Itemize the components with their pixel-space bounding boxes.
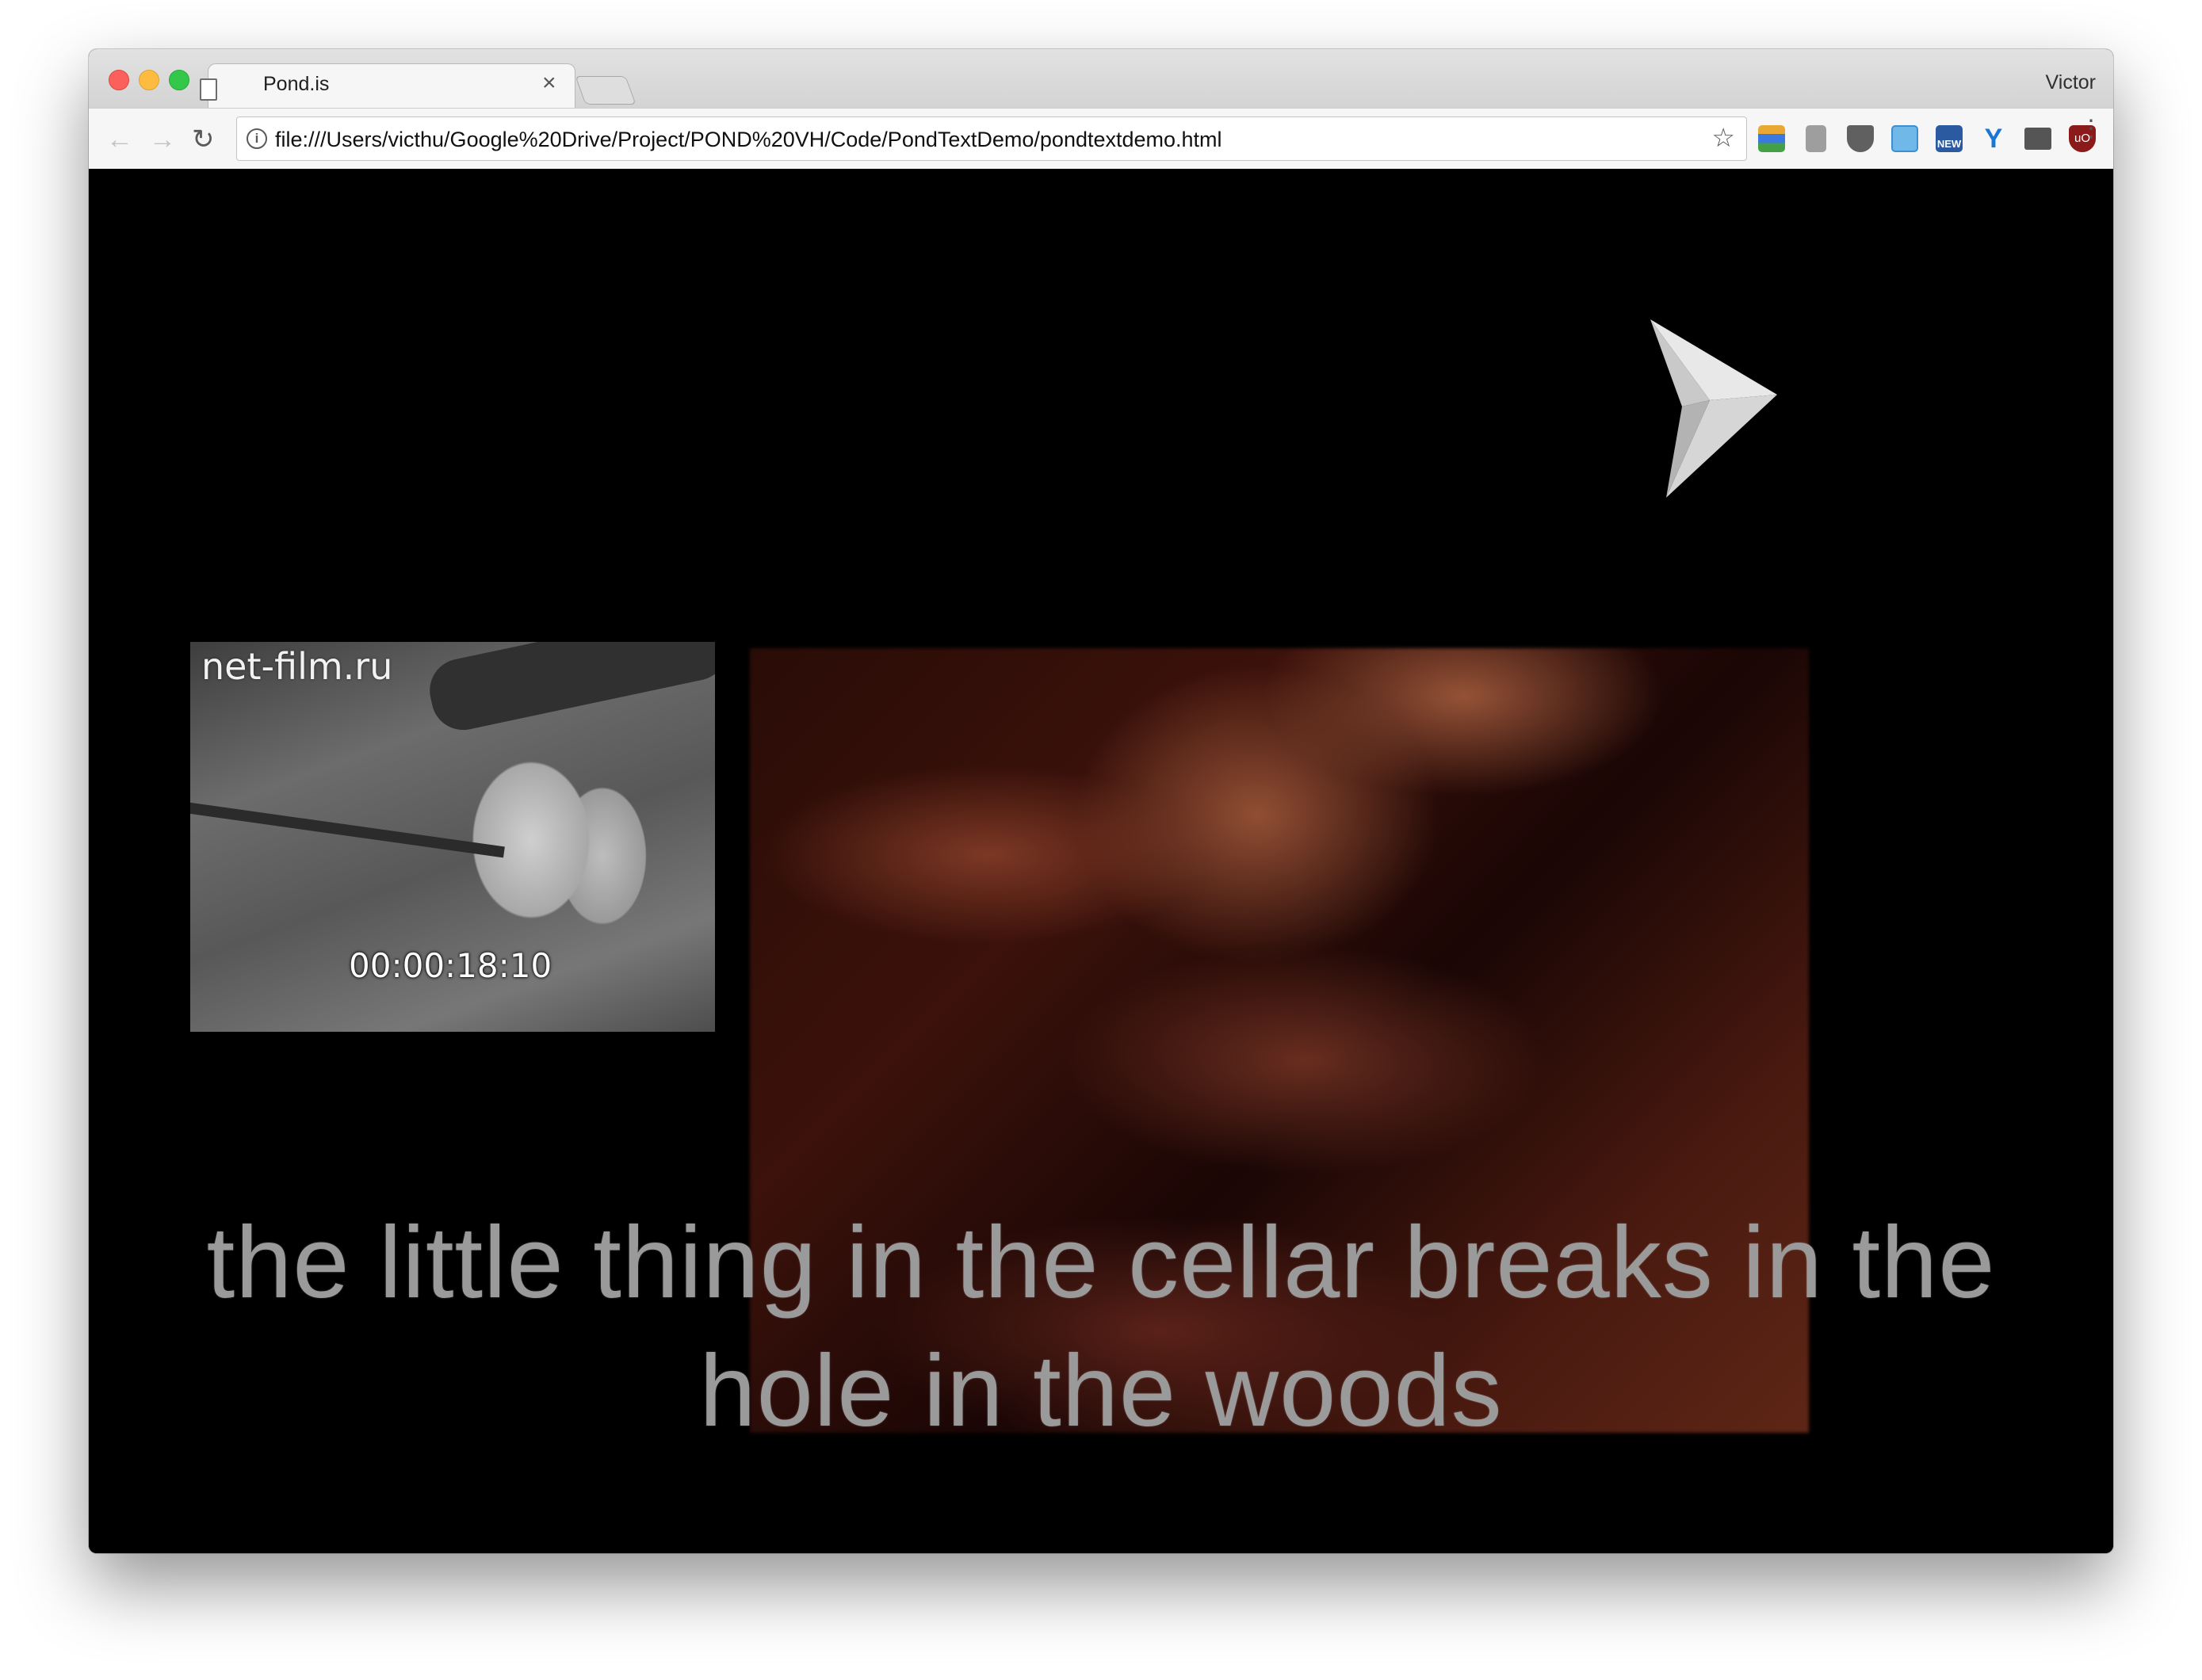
info-icon[interactable]: i xyxy=(247,128,267,149)
forward-arrow-icon[interactable]: → xyxy=(149,126,176,153)
news-icon[interactable]: NEW xyxy=(1936,125,1963,152)
caption-line: the little thing in the cellar breaks in… xyxy=(206,1206,1996,1319)
bookmark-star-icon[interactable]: ☆ xyxy=(1711,124,1735,151)
minimize-window-button[interactable] xyxy=(139,70,159,90)
mail-icon[interactable] xyxy=(2024,128,2051,150)
chrome-menu-icon[interactable]: ⋮ xyxy=(2079,117,2103,141)
back-arrow-icon[interactable]: ← xyxy=(106,126,133,153)
browser-window: Pond.is × Victor ← → ↻ i file:///Users/v… xyxy=(89,49,2113,1553)
profile-name[interactable]: Victor xyxy=(2046,71,2096,94)
paper-plane-icon xyxy=(1650,319,1777,498)
document-icon xyxy=(200,78,217,101)
tab-close-icon[interactable]: × xyxy=(542,71,556,95)
reload-icon[interactable]: ↻ xyxy=(192,126,215,153)
url-text[interactable]: file:///Users/victhu/Google%20Drive/Proj… xyxy=(275,128,1222,152)
video-timecode: 00:00:18:10 xyxy=(349,946,552,985)
clipboard-icon[interactable] xyxy=(1806,125,1826,152)
pocket-icon[interactable] xyxy=(1847,125,1874,152)
video-watermark: net-film.ru xyxy=(201,645,393,688)
new-tab-button[interactable] xyxy=(575,76,637,105)
v-icon[interactable]: Y xyxy=(1980,125,2007,152)
address-bar[interactable]: i file:///Users/victhu/Google%20Drive/Pr… xyxy=(236,116,1747,161)
page-content: net-film.ru 00:00:18:10 the little thing… xyxy=(89,169,2113,1553)
caption-text: the little thing in the cellar breaks in… xyxy=(89,1199,2113,1456)
window-icon[interactable] xyxy=(1891,125,1918,152)
archive-film-video[interactable]: net-film.ru 00:00:18:10 xyxy=(190,642,715,1032)
zoom-window-button[interactable] xyxy=(169,70,189,90)
title-bar: Pond.is × Victor xyxy=(89,49,2113,110)
google-drive-icon[interactable] xyxy=(1758,125,1785,152)
tab-title: Pond.is xyxy=(263,73,330,95)
close-window-button[interactable] xyxy=(109,70,129,90)
caption-line: hole in the woods xyxy=(699,1334,1503,1448)
browser-toolbar: ← → ↻ i file:///Users/victhu/Google%20Dr… xyxy=(89,108,2113,170)
